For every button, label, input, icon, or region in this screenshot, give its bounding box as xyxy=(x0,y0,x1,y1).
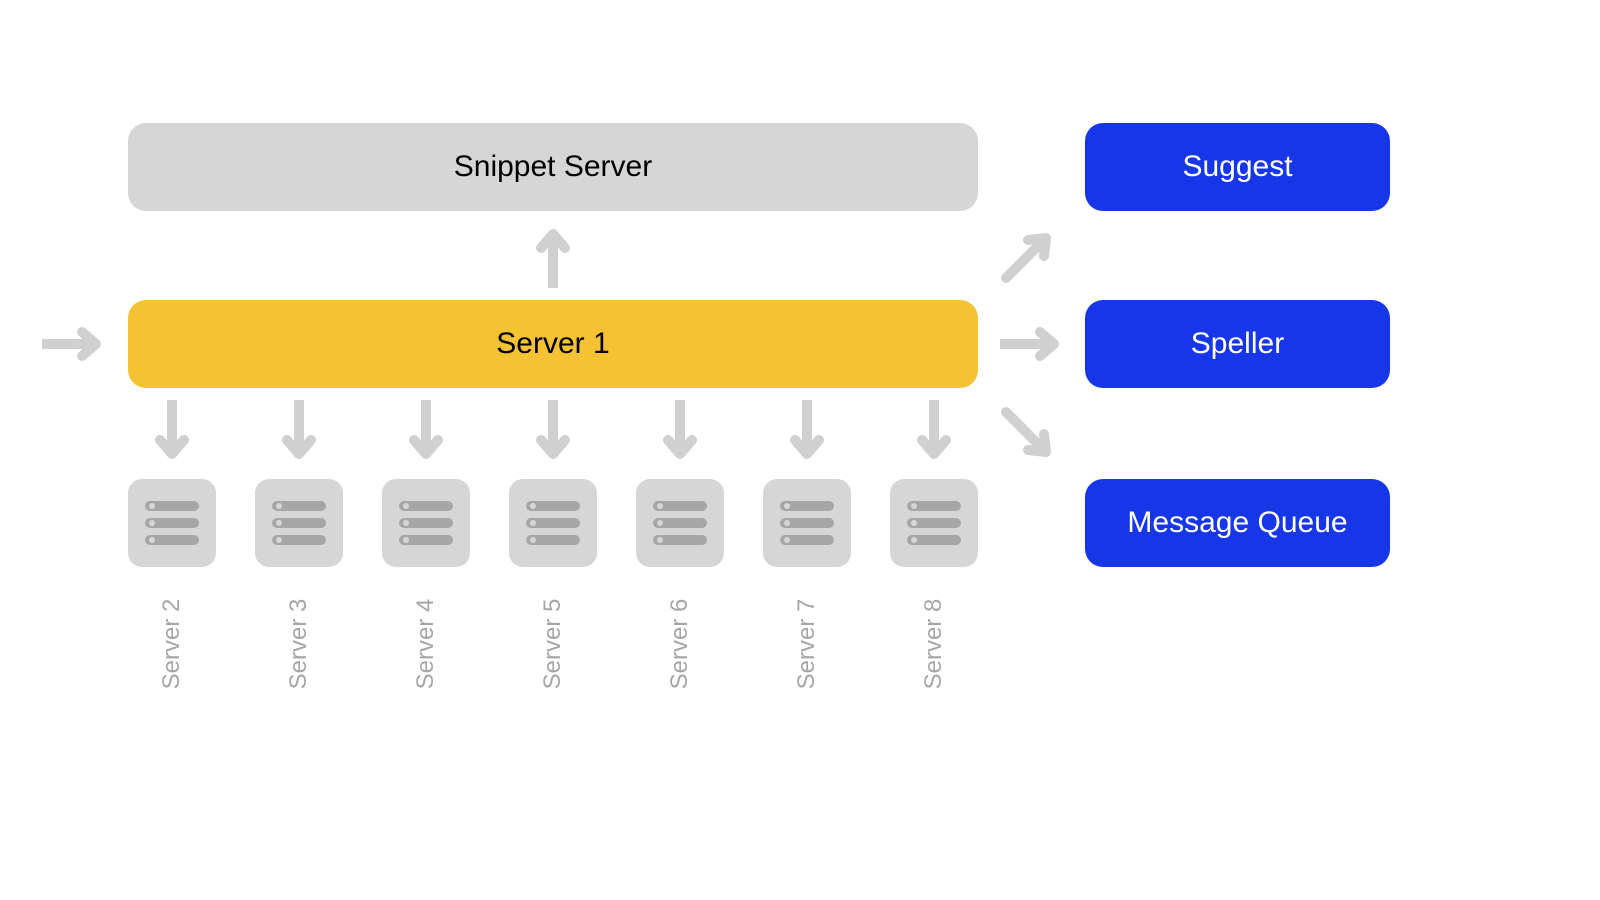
server-4-label: Server 4 xyxy=(412,594,440,694)
snippet-server-box: Snippet Server xyxy=(128,123,978,211)
server-1-box: Server 1 xyxy=(128,300,978,388)
server-node-6 xyxy=(636,479,724,567)
server-node-7 xyxy=(763,479,851,567)
server-icon xyxy=(145,501,199,545)
server-node-5 xyxy=(509,479,597,567)
server-icon xyxy=(272,501,326,545)
server-1-label: Server 1 xyxy=(496,327,609,361)
server-icon xyxy=(780,501,834,545)
arrow-down-icon xyxy=(282,400,316,466)
arrow-down-icon xyxy=(663,400,697,466)
arrow-down-icon xyxy=(409,400,443,466)
speller-label: Speller xyxy=(1191,327,1284,361)
server-node-2 xyxy=(128,479,216,567)
arrow-down-icon xyxy=(536,400,570,466)
server-8-label: Server 8 xyxy=(920,594,948,694)
arrow-right-icon xyxy=(1000,327,1066,361)
server-icon xyxy=(907,501,961,545)
architecture-diagram: Snippet Server Server 1 Suggest Speller … xyxy=(0,0,1600,900)
arrow-down-icon xyxy=(155,400,189,466)
suggest-box: Suggest xyxy=(1085,123,1390,211)
server-node-4 xyxy=(382,479,470,567)
server-icon xyxy=(653,501,707,545)
server-3-label: Server 3 xyxy=(285,594,313,694)
arrow-up-icon xyxy=(536,222,570,288)
arrow-down-icon xyxy=(917,400,951,466)
server-5-label: Server 5 xyxy=(539,594,567,694)
snippet-server-label: Snippet Server xyxy=(454,150,652,184)
suggest-label: Suggest xyxy=(1182,150,1292,184)
arrow-right-icon xyxy=(42,327,108,361)
arrow-down-icon xyxy=(790,400,824,466)
server-6-label: Server 6 xyxy=(666,594,694,694)
server-7-label: Server 7 xyxy=(793,594,821,694)
message-queue-box: Message Queue xyxy=(1085,479,1390,567)
speller-box: Speller xyxy=(1085,300,1390,388)
server-node-8 xyxy=(890,479,978,567)
server-icon xyxy=(526,501,580,545)
arrow-up-right-icon xyxy=(1000,228,1056,284)
server-2-label: Server 2 xyxy=(158,594,186,694)
message-queue-label: Message Queue xyxy=(1127,506,1347,540)
arrow-down-right-icon xyxy=(1000,406,1056,462)
server-node-3 xyxy=(255,479,343,567)
server-icon xyxy=(399,501,453,545)
